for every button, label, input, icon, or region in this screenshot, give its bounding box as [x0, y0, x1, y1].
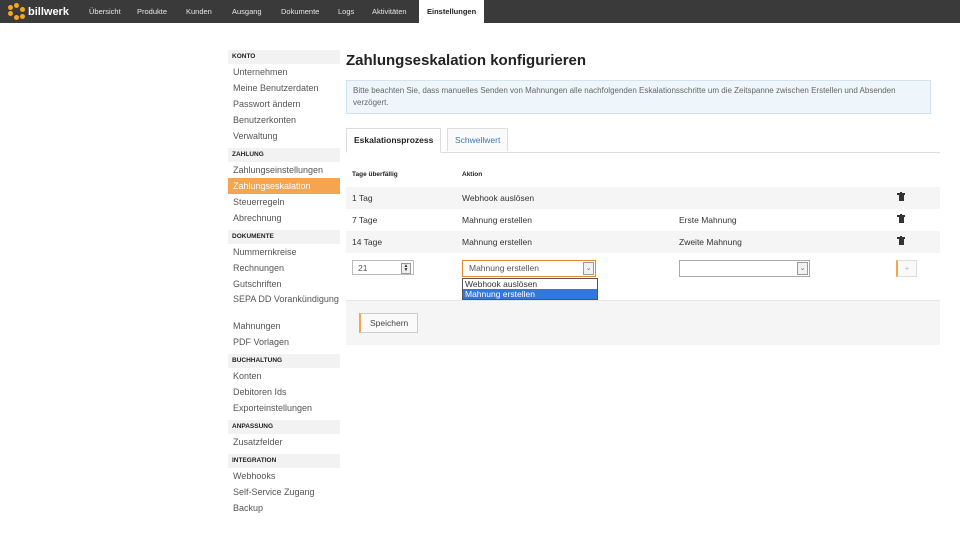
tab-eskalationsprozess[interactable]: Eskalationsprozess: [346, 128, 442, 153]
trash-icon[interactable]: [897, 235, 905, 245]
nav-item-ausgang[interactable]: Ausgang: [232, 0, 262, 23]
sidebar-item-backup[interactable]: Backup: [228, 500, 340, 516]
action-dropdown-list: Webhook auslösen Mahnung erstellen: [462, 278, 598, 300]
sidebar-item-verwaltung[interactable]: Verwaltung: [228, 128, 340, 144]
sidebar-item-self-service[interactable]: Self-Service Zugang: [228, 484, 340, 500]
column-header-days: Tage überfällig: [352, 171, 398, 178]
nav-item-logs[interactable]: Logs: [338, 0, 354, 23]
info-notice: Bitte beachten Sie, dass manuelles Sende…: [346, 80, 931, 114]
row-days: 7 Tage: [352, 215, 378, 225]
nav-item-aktivitaeten[interactable]: Aktivitäten: [372, 0, 407, 23]
sidebar-section-integration: INTEGRATION: [228, 454, 340, 468]
sidebar-item-zahlungseskalation[interactable]: Zahlungseskalation: [228, 178, 340, 194]
sidebar-item-nummernkreise[interactable]: Nummernkreise: [228, 244, 340, 260]
sidebar-item-debitoren-ids[interactable]: Debitoren Ids: [228, 384, 340, 400]
row-label: Erste Mahnung: [679, 215, 737, 225]
sidebar-item-benutzerdaten[interactable]: Meine Benutzerdaten: [228, 80, 340, 96]
nav-item-dokumente[interactable]: Dokumente: [281, 0, 319, 23]
brand-logo[interactable]: billwerk: [8, 3, 69, 20]
sidebar-section-konto: KONTO: [228, 50, 340, 64]
days-overdue-value: 21: [358, 263, 368, 273]
tab-schwellwert[interactable]: Schwellwert: [447, 128, 509, 151]
sidebar-item-gutschriften[interactable]: Gutschriften: [228, 276, 340, 292]
sidebar-section-dokumente: DOKUMENTE: [228, 230, 340, 244]
sidebar-item-rechnungen[interactable]: Rechnungen: [228, 260, 340, 276]
sidebar-item-unternehmen[interactable]: Unternehmen: [228, 64, 340, 80]
sidebar-item-steuerregeln[interactable]: Steuerregeln: [228, 194, 340, 210]
row-label: Zweite Mahnung: [679, 237, 742, 247]
row-action: Mahnung erstellen: [462, 215, 532, 225]
sidebar-item-sepa-vorankuendigung[interactable]: SEPA DD Vorankündigung: [228, 292, 340, 318]
sidebar-item-pdf-vorlagen[interactable]: PDF Vorlagen: [228, 334, 340, 350]
sidebar-item-zahlungseinstellungen[interactable]: Zahlungseinstellungen: [228, 162, 340, 178]
table-row: 1 Tag Webhook auslösen: [346, 187, 940, 209]
sidebar-item-konten[interactable]: Konten: [228, 368, 340, 384]
dropdown-option-mahnung[interactable]: Mahnung erstellen: [463, 289, 597, 299]
spinner-icon[interactable]: ▲ ▼: [401, 263, 411, 274]
new-step-row: 21 ▲ ▼ Mahnung erstellen ⌄ ⌄ +: [346, 256, 940, 284]
settings-sidebar: KONTO Unternehmen Meine Benutzerdaten Pa…: [228, 50, 340, 516]
sidebar-item-abrechnung[interactable]: Abrechnung: [228, 210, 340, 226]
billwerk-logo-icon: [8, 3, 25, 20]
trash-icon[interactable]: [897, 213, 905, 223]
brand-name: billwerk: [28, 5, 69, 18]
nav-item-einstellungen[interactable]: Einstellungen: [419, 0, 485, 23]
table-row: 7 Tage Mahnung erstellen Erste Mahnung: [346, 209, 940, 231]
nav-item-kunden[interactable]: Kunden: [186, 0, 212, 23]
form-footer: Speichern: [346, 300, 940, 345]
sidebar-section-buchhaltung: BUCHHALTUNG: [228, 354, 340, 368]
sidebar-section-zahlung: ZAHLUNG: [228, 148, 340, 162]
table-row: 14 Tage Mahnung erstellen Zweite Mahnung: [346, 231, 940, 253]
action-select-value: Mahnung erstellen: [469, 263, 539, 273]
template-select[interactable]: ⌄: [679, 260, 810, 277]
row-action: Webhook auslösen: [462, 193, 535, 203]
trash-icon[interactable]: [897, 191, 905, 201]
chevron-down-icon[interactable]: ⌄: [583, 262, 594, 275]
column-header-action: Aktion: [462, 171, 483, 178]
sidebar-item-benutzerkonten[interactable]: Benutzerkonten: [228, 112, 340, 128]
action-select[interactable]: Mahnung erstellen ⌄: [462, 260, 596, 277]
nav-item-uebersicht[interactable]: Übersicht: [89, 0, 121, 23]
sidebar-item-zusatzfelder[interactable]: Zusatzfelder: [228, 434, 340, 450]
chevron-down-icon[interactable]: ⌄: [797, 262, 808, 275]
sidebar-item-mahnungen[interactable]: Mahnungen: [228, 318, 340, 334]
save-button[interactable]: Speichern: [359, 313, 419, 333]
tab-bar: Eskalationsprozess Schwellwert: [346, 128, 940, 153]
sidebar-item-webhooks[interactable]: Webhooks: [228, 468, 340, 484]
sidebar-section-anpassung: ANPASSUNG: [228, 420, 340, 434]
add-step-button[interactable]: +: [896, 260, 917, 277]
dropdown-option-webhook[interactable]: Webhook auslösen: [463, 279, 597, 289]
sidebar-item-exporteinstellungen[interactable]: Exporteinstellungen: [228, 400, 340, 416]
sidebar-item-passwort[interactable]: Passwort ändern: [228, 96, 340, 112]
nav-item-produkte[interactable]: Produkte: [137, 0, 167, 23]
days-overdue-input[interactable]: 21 ▲ ▼: [352, 260, 414, 275]
row-days: 14 Tage: [352, 237, 383, 247]
row-days: 1 Tag: [352, 193, 373, 203]
row-action: Mahnung erstellen: [462, 237, 532, 247]
top-navigation-bar: billwerk Übersicht Produkte Kunden Ausga…: [0, 0, 960, 23]
page-title: Zahlungseskalation konfigurieren: [346, 52, 587, 69]
